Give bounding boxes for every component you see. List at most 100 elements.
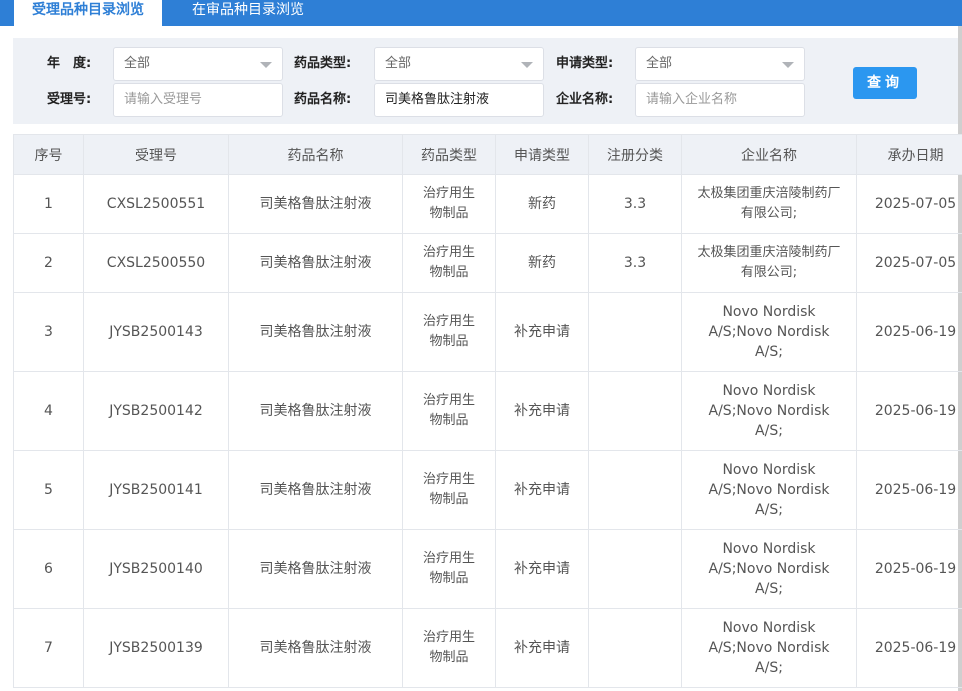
column-header-apply-type[interactable]: 申请类型 [495, 134, 589, 175]
cell-company-text: Novo Nordisk A/S;Novo Nordisk A/S; [708, 462, 830, 518]
cell-company-text: Novo Nordisk A/S;Novo Nordisk A/S; [708, 541, 830, 597]
table-header-row: 序号 受理号 药品名称 药品类型 申请类型 注册分类 企业名称 承办日期 [13, 134, 962, 175]
cell-drug-type: 治疗用生物制品 [402, 450, 496, 530]
cell-reg-class [588, 292, 682, 372]
cell-drug-name: 司美格鲁肽注射液 [228, 174, 403, 234]
cell-apply-type: 新药 [495, 233, 589, 293]
cell-date: 2025-07-05 [856, 233, 962, 293]
accept-no-placeholder: 请输入受理号 [124, 92, 203, 107]
cell-drug-type-text: 治疗用生物制品 [422, 186, 475, 221]
cell-company: 太极集团重庆涪陵制药厂有限公司; [681, 174, 857, 234]
cell-no: 6 [13, 529, 84, 609]
cell-reg-class [588, 608, 682, 688]
cell-apply-type: 补充申请 [495, 608, 589, 688]
table-row[interactable]: 7 JYSB2500139 司美格鲁肽注射液 治疗用生物制品 补充申请 Novo… [13, 608, 962, 688]
chevron-down-icon [521, 62, 533, 68]
cell-date: 2025-06-19 [856, 529, 962, 609]
cell-drug-type-text: 治疗用生物制品 [422, 630, 475, 665]
year-select[interactable]: 全部 [113, 47, 283, 81]
column-header-drug-type[interactable]: 药品类型 [402, 134, 496, 175]
cell-accept-no: JYSB2500143 [83, 292, 229, 372]
cell-company-text: Novo Nordisk A/S;Novo Nordisk A/S; [708, 620, 830, 676]
year-select-value: 全部 [124, 56, 151, 71]
table-row[interactable]: 6 JYSB2500140 司美格鲁肽注射液 治疗用生物制品 补充申请 Novo… [13, 529, 962, 609]
table-row[interactable]: 4 JYSB2500142 司美格鲁肽注射液 治疗用生物制品 补充申请 Novo… [13, 371, 962, 451]
cell-drug-type-text: 治疗用生物制品 [422, 393, 475, 428]
cell-reg-class: 3.3 [588, 233, 682, 293]
chevron-down-icon [782, 62, 794, 68]
table-row[interactable]: 2 CXSL2500550 司美格鲁肽注射液 治疗用生物制品 新药 3.3 太极… [13, 233, 962, 293]
cell-drug-type: 治疗用生物制品 [402, 371, 496, 451]
column-header-no[interactable]: 序号 [13, 134, 84, 175]
cell-no: 4 [13, 371, 84, 451]
cell-reg-class [588, 529, 682, 609]
cell-accept-no: CXSL2500551 [83, 174, 229, 234]
cell-company: Novo Nordisk A/S;Novo Nordisk A/S; [681, 450, 857, 530]
cell-drug-type: 治疗用生物制品 [402, 529, 496, 609]
cell-drug-type-text: 治疗用生物制品 [422, 472, 475, 507]
cell-date: 2025-07-05 [856, 174, 962, 234]
cell-apply-type: 补充申请 [495, 371, 589, 451]
drug-type-select-value: 全部 [385, 56, 412, 71]
cell-reg-class [588, 371, 682, 451]
cell-drug-type: 治疗用生物制品 [402, 292, 496, 372]
column-header-date[interactable]: 承办日期 [856, 134, 962, 175]
cell-drug-name: 司美格鲁肽注射液 [228, 529, 403, 609]
tab-accepted-catalog[interactable]: 受理品种目录浏览 [14, 0, 162, 26]
column-header-reg-class[interactable]: 注册分类 [588, 134, 682, 175]
cell-apply-type: 补充申请 [495, 292, 589, 372]
cell-drug-type-text: 治疗用生物制品 [422, 245, 475, 280]
drug-name-input[interactable]: 司美格鲁肽注射液 [374, 83, 544, 117]
cell-drug-type: 治疗用生物制品 [402, 174, 496, 234]
cell-no: 3 [13, 292, 84, 372]
cell-company: Novo Nordisk A/S;Novo Nordisk A/S; [681, 292, 857, 372]
cell-accept-no: JYSB2500142 [83, 371, 229, 451]
cell-drug-name: 司美格鲁肽注射液 [228, 450, 403, 530]
cell-drug-type-text: 治疗用生物制品 [422, 314, 475, 349]
cell-date: 2025-06-19 [856, 371, 962, 451]
tab-bar: 受理品种目录浏览 在审品种目录浏览 [0, 0, 962, 26]
drug-name-input-value: 司美格鲁肽注射液 [385, 92, 490, 107]
cell-drug-name: 司美格鲁肽注射液 [228, 292, 403, 372]
cell-accept-no: JYSB2500139 [83, 608, 229, 688]
cell-company: 太极集团重庆涪陵制药厂有限公司; [681, 233, 857, 293]
accept-no-label: 受理号: [47, 92, 92, 107]
cell-accept-no: JYSB2500140 [83, 529, 229, 609]
cell-company: Novo Nordisk A/S;Novo Nordisk A/S; [681, 529, 857, 609]
drug-name-label: 药品名称: [294, 92, 352, 107]
tab-under-review-catalog[interactable]: 在审品种目录浏览 [192, 0, 304, 26]
cell-apply-type: 补充申请 [495, 450, 589, 530]
cell-company-text: Novo Nordisk A/S;Novo Nordisk A/S; [708, 304, 830, 360]
cell-drug-type-text: 治疗用生物制品 [422, 551, 475, 586]
cell-company-text: 太极集团重庆涪陵制药厂有限公司; [697, 186, 841, 221]
table-row[interactable]: 1 CXSL2500551 司美格鲁肽注射液 治疗用生物制品 新药 3.3 太极… [13, 174, 962, 234]
apply-type-select-value: 全部 [646, 56, 673, 71]
table-row[interactable]: 3 JYSB2500143 司美格鲁肽注射液 治疗用生物制品 补充申请 Novo… [13, 292, 962, 372]
cell-date: 2025-06-19 [856, 450, 962, 530]
column-header-accept-no[interactable]: 受理号 [83, 134, 229, 175]
column-header-company[interactable]: 企业名称 [681, 134, 857, 175]
cell-company-text: 太极集团重庆涪陵制药厂有限公司; [697, 245, 841, 280]
year-label: 年 度: [47, 56, 92, 71]
cell-company: Novo Nordisk A/S;Novo Nordisk A/S; [681, 608, 857, 688]
chevron-down-icon [260, 62, 272, 68]
cell-drug-name: 司美格鲁肽注射液 [228, 608, 403, 688]
company-placeholder: 请输入企业名称 [646, 92, 738, 107]
apply-type-select[interactable]: 全部 [635, 47, 805, 81]
table-row[interactable]: 5 JYSB2500141 司美格鲁肽注射液 治疗用生物制品 补充申请 Novo… [13, 450, 962, 530]
drug-type-label: 药品类型: [294, 56, 352, 71]
cell-reg-class: 3.3 [588, 174, 682, 234]
cell-apply-type: 补充申请 [495, 529, 589, 609]
cell-drug-name: 司美格鲁肽注射液 [228, 233, 403, 293]
cell-accept-no: JYSB2500141 [83, 450, 229, 530]
accept-no-input[interactable]: 请输入受理号 [113, 83, 283, 117]
cell-company-text: Novo Nordisk A/S;Novo Nordisk A/S; [708, 383, 830, 439]
company-input[interactable]: 请输入企业名称 [635, 83, 805, 117]
apply-type-label: 申请类型: [556, 56, 614, 71]
cell-reg-class [588, 450, 682, 530]
drug-type-select[interactable]: 全部 [374, 47, 544, 81]
column-header-drug-name[interactable]: 药品名称 [228, 134, 403, 175]
query-button[interactable]: 查询 [853, 67, 917, 99]
cell-no: 5 [13, 450, 84, 530]
cell-drug-type: 治疗用生物制品 [402, 233, 496, 293]
